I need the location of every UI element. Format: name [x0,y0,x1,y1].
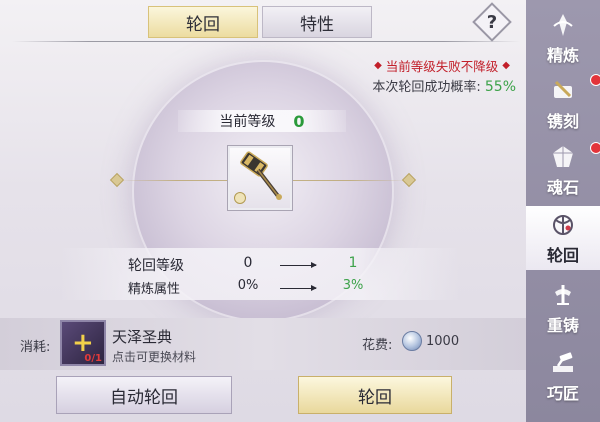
soulstone-icon [550,144,576,170]
sidebar-item-refine[interactable]: 精炼 [526,6,600,70]
sidebar-item-reincarnate[interactable]: 轮回 [526,206,600,270]
sidebar-item-label: 精炼 [546,46,579,65]
engrave-icon [550,78,576,104]
sidebar-item-soulstone[interactable]: 魂石 [526,138,600,202]
sidebar-item-label: 镌刻 [546,112,579,131]
tab-reincarnate[interactable]: 轮回 [148,6,258,38]
right-ornament [401,172,417,188]
warning-text: 当前等级失败不降级 [385,59,499,74]
stat-row-level: 轮回等级 0 1 [60,252,460,276]
sidebar-item-label: 重铸 [546,316,579,335]
craftsman-icon [550,350,576,376]
stat-label: 轮回等级 [128,258,184,274]
sidebar-item-label: 魂石 [546,178,579,197]
success-rate-label: 本次轮回成功概率: [372,80,481,95]
material-hint: 点击可更换材料 [112,350,197,364]
current-level-value: 0 [293,111,305,131]
diamond-icon: ◆ [502,60,510,71]
arrow-right-icon [280,262,317,268]
tabs-divider [12,41,520,42]
lock-icon [234,192,246,204]
stats-panel: 轮回等级 0 1 精炼属性 0% 3% [60,248,460,300]
arrow-right-icon [280,285,317,291]
left-ornament [109,172,125,188]
reincarnate-button[interactable]: 轮回 [298,376,452,414]
sidebar-item-craftsman[interactable]: 巧匠 [526,344,600,408]
diamond-icon: ◆ [374,60,382,71]
current-level-label: 当前等级 [219,114,276,130]
help-button[interactable]: ? [472,2,512,42]
auto-reincarnate-button[interactable]: 自动轮回 [56,376,232,414]
success-rate: 本次轮回成功概率: 55% [372,76,516,95]
material-slot[interactable]: + 0/1 [60,320,106,366]
equipment-slot[interactable] [227,145,293,211]
success-rate-value: 55% [484,79,516,95]
stat-from: 0 [243,255,253,271]
cost-label: 消耗: [20,340,51,355]
stat-row-refine: 精炼属性 0% 3% [60,275,460,299]
stat-to: 1 [348,255,358,271]
sidebar-item-label: 巧匠 [546,384,579,403]
sidebar: 精炼 镌刻 魂石 轮回 重铸 巧匠 [526,0,600,422]
reincarnate-icon [550,212,576,238]
sidebar-item-engrave[interactable]: 镌刻 [526,72,600,136]
fee-label: 花费: [362,338,393,353]
silver-coin-icon [402,331,422,351]
material-name[interactable]: 天泽圣典 [112,326,172,347]
stat-from: 0% [237,278,259,293]
no-downgrade-warning: ◆ 当前等级失败不降级 ◆ [374,56,510,75]
stat-label: 精炼属性 [128,282,181,297]
current-level-bar: 当前等级 0 [178,110,346,132]
reforge-icon [550,282,576,308]
tab-traits[interactable]: 特性 [262,6,372,38]
main-panel: 轮回 特性 ? ◆ 当前等级失败不降级 ◆ 本次轮回成功概率: 55% 当前等级… [0,0,526,422]
material-count: 0/1 [84,353,102,364]
stat-to: 3% [342,278,364,293]
fee-amount: 1000 [426,334,460,349]
sidebar-item-reforge[interactable]: 重铸 [526,276,600,340]
help-icon: ? [486,11,498,33]
sidebar-item-label: 轮回 [546,246,579,265]
refine-icon [550,12,576,38]
